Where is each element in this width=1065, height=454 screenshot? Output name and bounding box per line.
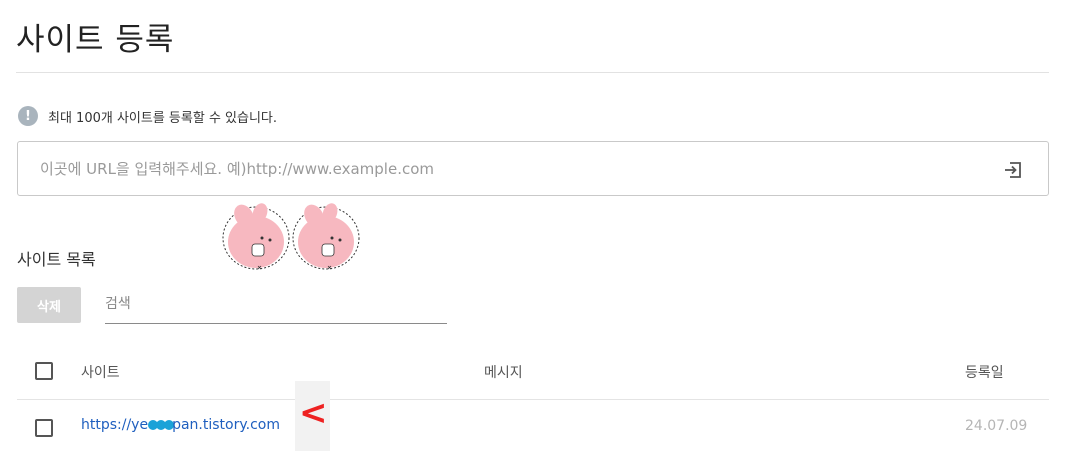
enter-icon[interactable]: [1002, 159, 1024, 181]
title-divider: [16, 72, 1049, 73]
column-header-registered: 등록일: [965, 365, 1004, 381]
url-input-box: [17, 141, 1049, 196]
info-icon: !: [18, 106, 38, 126]
redaction-mark: [148, 417, 175, 433]
notice-text: 최대 100개 사이트를 등록할 수 있습니다.: [48, 110, 278, 126]
search-input[interactable]: [105, 288, 447, 320]
page-title: 사이트 등록: [16, 22, 175, 58]
column-header-message: 메시지: [484, 365, 523, 381]
delete-button[interactable]: 삭제: [17, 287, 81, 323]
site-list-title: 사이트 목록: [17, 250, 96, 269]
annotation-arrow: <: [299, 393, 328, 433]
row-checkbox[interactable]: [35, 419, 53, 437]
select-all-checkbox[interactable]: [35, 362, 53, 380]
site-url-prefix: https://ye: [81, 417, 149, 433]
column-header-site: 사이트: [81, 365, 120, 381]
url-input[interactable]: [40, 153, 960, 184]
notice: ! 최대 100개 사이트를 등록할 수 있습니다.: [18, 106, 277, 126]
site-url-suffix: pan.tistory.com: [172, 417, 281, 433]
table-header-divider: [17, 399, 1049, 400]
rabbit-stickers: [222, 203, 360, 270]
search-field: [105, 288, 447, 324]
registered-date: 24.07.09: [965, 418, 1028, 434]
site-url-link[interactable]: https://ye pan.tistory.com: [81, 417, 280, 433]
